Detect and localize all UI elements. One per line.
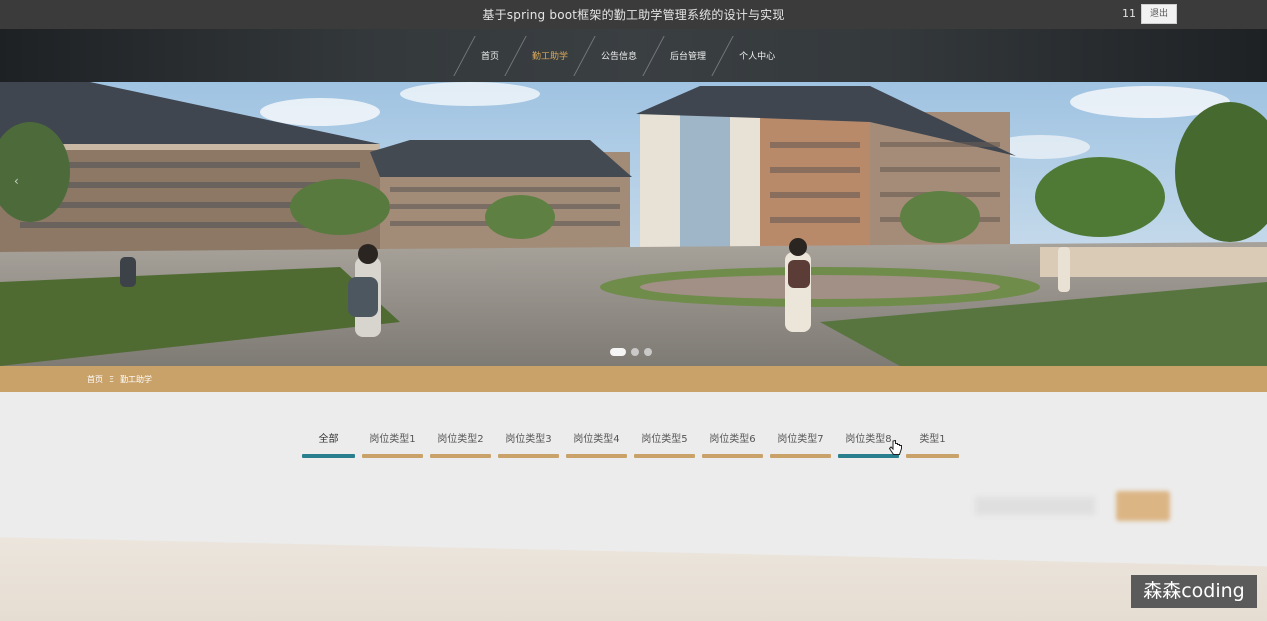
- top-header: 基于spring boot框架的勤工助学管理系统的设计与实现 11 退出: [0, 0, 1267, 29]
- nav-separator: [711, 35, 734, 76]
- breadcrumb: 首页 Ξ 勤工助学: [87, 374, 152, 385]
- tab-type-2[interactable]: 岗位类型2: [430, 428, 491, 458]
- tab-underline: [302, 454, 355, 458]
- tab-type-5[interactable]: 岗位类型5: [634, 428, 695, 458]
- breadcrumb-home[interactable]: 首页: [87, 374, 103, 385]
- tab-label: 岗位类型5: [641, 434, 688, 445]
- tab-underline: [906, 454, 959, 458]
- tab-underline: [566, 454, 627, 458]
- carousel-dots: [610, 348, 652, 356]
- tab-underline: [430, 454, 491, 458]
- breadcrumb-separator-icon: Ξ: [109, 375, 115, 384]
- banner-image: [0, 82, 1267, 366]
- tab-label: 岗位类型1: [369, 434, 416, 445]
- tab-underline: [702, 454, 763, 458]
- logout-button[interactable]: 退出: [1141, 4, 1177, 24]
- carousel-dot-1[interactable]: [610, 348, 626, 356]
- hand-cursor-icon: [889, 440, 902, 455]
- tab-type-1[interactable]: 岗位类型1: [362, 428, 423, 458]
- carousel-dot-2[interactable]: [631, 348, 639, 356]
- tab-type-4[interactable]: 岗位类型4: [566, 428, 627, 458]
- tab-type-7[interactable]: 岗位类型7: [770, 428, 831, 458]
- nav-item-home[interactable]: 首页: [481, 49, 499, 62]
- tab-label: 岗位类型6: [709, 434, 756, 445]
- main-nav: 首页 勤工助学 公告信息 后台管理 个人中心: [0, 29, 1267, 82]
- banner-carousel[interactable]: ‹: [0, 82, 1267, 366]
- tab-label: 岗位类型2: [437, 434, 484, 445]
- site-title: 基于spring boot框架的勤工助学管理系统的设计与实现: [482, 8, 785, 22]
- tab-underline: [362, 454, 423, 458]
- nav-separator: [453, 35, 476, 76]
- tab-label: 岗位类型4: [573, 434, 620, 445]
- breadcrumb-bar: 首页 Ξ 勤工助学: [0, 366, 1267, 392]
- tab-underline: [770, 454, 831, 458]
- tab-type-6[interactable]: 岗位类型6: [702, 428, 763, 458]
- tab-label: 全部: [318, 434, 339, 445]
- tab-label: 岗位类型3: [505, 434, 552, 445]
- tab-underline: [634, 454, 695, 458]
- tab-type-3[interactable]: 岗位类型3: [498, 428, 559, 458]
- tab-label: 岗位类型7: [777, 434, 824, 445]
- chevron-left-icon[interactable]: ‹: [14, 174, 19, 188]
- category-tabs: 全部 岗位类型1 岗位类型2 岗位类型3 岗位类型4 岗位类型5 岗位类型6 岗…: [302, 428, 959, 458]
- nav-separator: [573, 35, 596, 76]
- nav-item-work-study[interactable]: 勤工助学: [532, 49, 568, 62]
- nav-item-admin[interactable]: 后台管理: [670, 49, 706, 62]
- tab-type-a1[interactable]: 类型1: [906, 428, 959, 458]
- page-floor: [0, 537, 1267, 621]
- tab-label: 类型1: [919, 434, 946, 445]
- nav-separator: [504, 35, 527, 76]
- nav-list: 首页 勤工助学 公告信息 后台管理 个人中心: [448, 29, 775, 82]
- blurred-content: [975, 497, 1095, 515]
- carousel-dot-3[interactable]: [644, 348, 652, 356]
- nav-item-announcements[interactable]: 公告信息: [601, 49, 637, 62]
- nav-item-profile[interactable]: 个人中心: [739, 49, 775, 62]
- tab-underline: [498, 454, 559, 458]
- breadcrumb-current: 勤工助学: [120, 375, 153, 384]
- current-user[interactable]: 11: [1122, 7, 1136, 20]
- watermark-label: 森森coding: [1131, 575, 1257, 608]
- blurred-button[interactable]: [1116, 491, 1170, 521]
- tab-all[interactable]: 全部: [302, 428, 355, 458]
- nav-separator: [642, 35, 665, 76]
